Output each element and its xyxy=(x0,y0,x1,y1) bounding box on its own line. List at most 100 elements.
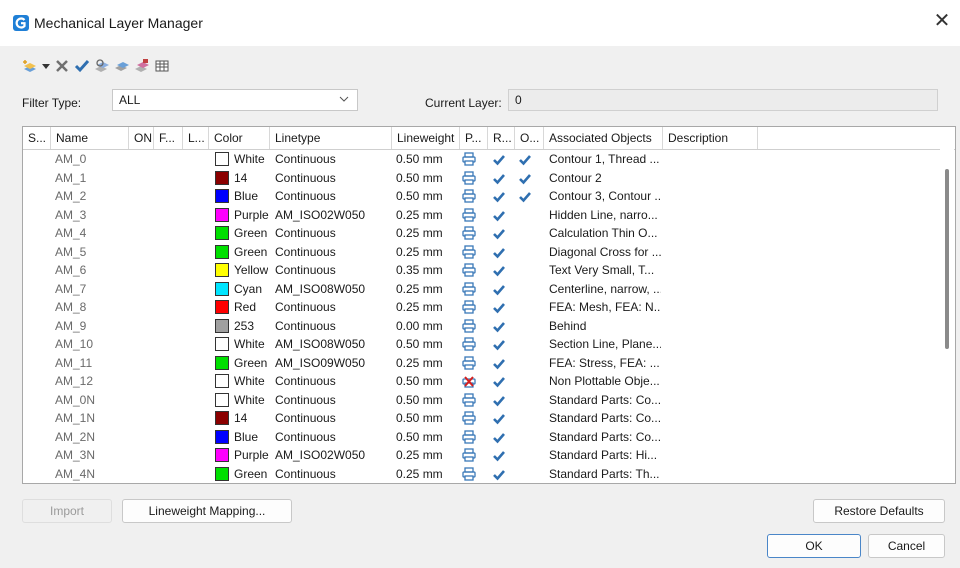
printer-icon[interactable] xyxy=(462,448,476,466)
color-name[interactable]: Cyan xyxy=(234,280,262,298)
linetype[interactable]: Continuous xyxy=(275,169,336,187)
header-col-status[interactable]: S... xyxy=(23,127,51,149)
table-row[interactable]: AM_1 14 Continuous 0.50 mm Contour 2 xyxy=(23,169,941,188)
color-swatch[interactable] xyxy=(215,411,229,425)
printer-icon[interactable] xyxy=(462,392,476,411)
linetype[interactable]: Continuous xyxy=(275,243,336,261)
lineweight[interactable]: 0.25 mm xyxy=(396,465,443,483)
table-row[interactable]: AM_2 Blue Continuous 0.50 mm Contour 3, Cont… xyxy=(23,187,941,206)
header-col-linetype[interactable]: Linetype xyxy=(270,127,392,149)
lineweight[interactable]: 0.50 mm xyxy=(396,409,443,427)
printer-icon[interactable] xyxy=(462,355,476,374)
color-swatch[interactable] xyxy=(215,170,229,185)
linetype[interactable]: AM_ISO09W050 xyxy=(275,354,365,372)
lineweight[interactable]: 0.25 mm xyxy=(396,206,443,224)
printer-icon[interactable] xyxy=(462,411,476,429)
header-col-lineweight[interactable]: Lineweight xyxy=(392,127,460,149)
color-name[interactable]: Green xyxy=(234,354,267,372)
linetype[interactable]: Continuous xyxy=(275,224,336,242)
table-row[interactable]: AM_11 Green AM_ISO09W050 0.25 mm FEA: Stress… xyxy=(23,354,941,373)
color-swatch[interactable] xyxy=(215,374,229,388)
lineweight[interactable]: 0.50 mm xyxy=(396,169,443,187)
filter-layers-icon[interactable] xyxy=(94,58,110,74)
color-swatch[interactable] xyxy=(215,318,229,333)
color-name[interactable]: Purple xyxy=(234,206,269,224)
table-row[interactable]: AM_2N Blue Continuous 0.50 mm Standard Parts… xyxy=(23,428,941,447)
printer-icon[interactable] xyxy=(462,244,476,263)
lineweight[interactable]: 0.50 mm xyxy=(396,428,443,446)
printer-icon[interactable] xyxy=(462,466,476,484)
table-row[interactable]: AM_10 White AM_ISO08W050 0.50 mm Section Lin… xyxy=(23,335,941,354)
set-current-icon[interactable] xyxy=(74,58,90,74)
linetype[interactable]: Continuous xyxy=(275,391,336,409)
linetype[interactable]: AM_ISO08W050 xyxy=(275,280,365,298)
table-row[interactable]: AM_6 Yellow Continuous 0.35 mm Text Very Sma… xyxy=(23,261,941,280)
lineweight[interactable]: 0.25 mm xyxy=(396,280,443,298)
no-plot-icon[interactable] xyxy=(462,374,476,392)
color-name[interactable]: Green xyxy=(234,243,267,261)
table-row[interactable]: AM_4N Green Continuous 0.25 mm Standard Part… xyxy=(23,465,941,484)
color-swatch[interactable] xyxy=(215,152,229,166)
color-name[interactable]: 253 xyxy=(234,317,254,335)
header-col-plot[interactable]: P... xyxy=(460,127,488,149)
linetype[interactable]: Continuous xyxy=(275,317,336,335)
lineweight[interactable]: 0.50 mm xyxy=(396,372,443,390)
color-name[interactable]: Blue xyxy=(234,428,258,446)
header-col-associated-objects[interactable]: Associated Objects xyxy=(544,127,663,149)
color-name[interactable]: Red xyxy=(234,298,256,316)
lineweight[interactable]: 0.00 mm xyxy=(396,317,443,335)
table-row[interactable]: AM_3 Purple AM_ISO02W050 0.25 mm Hidden Line… xyxy=(23,206,941,225)
color-swatch[interactable] xyxy=(215,244,229,259)
lineweight[interactable]: 0.50 mm xyxy=(396,187,443,205)
lineweight[interactable]: 0.25 mm xyxy=(396,243,443,261)
printer-icon[interactable] xyxy=(462,170,476,189)
table-row[interactable]: AM_4 Green Continuous 0.25 mm Calculation Th… xyxy=(23,224,941,243)
layer-states-icon[interactable] xyxy=(114,58,130,74)
header-col-description[interactable]: Description xyxy=(663,127,758,149)
close-button[interactable]: ✕ xyxy=(932,11,952,31)
filter-type-select[interactable]: ALL xyxy=(112,89,358,111)
table-row[interactable]: AM_7 Cyan AM_ISO08W050 0.25 mm Centerline, n… xyxy=(23,280,941,299)
color-swatch[interactable] xyxy=(215,429,229,444)
header-col-color[interactable]: Color xyxy=(209,127,270,149)
printer-icon[interactable] xyxy=(462,189,476,207)
scrollbar-thumb[interactable] xyxy=(945,169,949,349)
color-swatch[interactable] xyxy=(215,263,229,277)
color-name[interactable]: 14 xyxy=(234,169,247,187)
printer-icon[interactable] xyxy=(462,429,476,448)
table-row[interactable]: AM_0N White Continuous 0.50 mm Standard Part… xyxy=(23,391,941,410)
linetype[interactable]: AM_ISO08W050 xyxy=(275,335,365,353)
restore-defaults-button[interactable]: Restore Defaults xyxy=(813,499,945,523)
printer-icon[interactable] xyxy=(462,300,476,318)
header-col-on[interactable]: ON xyxy=(129,127,154,149)
table-row[interactable]: AM_8 Red Continuous 0.25 mm FEA: Mesh, FEA: … xyxy=(23,298,941,317)
color-name[interactable]: White xyxy=(234,150,265,168)
lineweight[interactable]: 0.25 mm xyxy=(396,298,443,316)
lineweight[interactable]: 0.50 mm xyxy=(396,391,443,409)
lineweight-mapping-button[interactable]: Lineweight Mapping... xyxy=(122,499,292,523)
linetype[interactable]: Continuous xyxy=(275,298,336,316)
color-name[interactable]: White xyxy=(234,391,265,409)
color-name[interactable]: Yellow xyxy=(234,261,268,279)
cancel-button[interactable]: Cancel xyxy=(868,534,945,558)
linetype[interactable]: AM_ISO02W050 xyxy=(275,446,365,464)
linetype[interactable]: AM_ISO02W050 xyxy=(275,206,365,224)
color-name[interactable]: Green xyxy=(234,465,267,483)
table-row[interactable]: AM_1N 14 Continuous 0.50 mm Standard Parts: … xyxy=(23,409,941,428)
color-swatch[interactable] xyxy=(215,189,229,203)
header-col-objects[interactable]: O... xyxy=(515,127,544,149)
linetype[interactable]: Continuous xyxy=(275,187,336,205)
lineweight[interactable]: 0.25 mm xyxy=(396,446,443,464)
color-name[interactable]: Blue xyxy=(234,187,258,205)
color-swatch[interactable] xyxy=(215,207,229,222)
import-button[interactable]: Import xyxy=(22,499,112,523)
table-row[interactable]: AM_5 Green Continuous 0.25 mm Diagonal Cross… xyxy=(23,243,941,262)
lineweight[interactable]: 0.25 mm xyxy=(396,354,443,372)
new-layer-icon[interactable] xyxy=(22,58,38,74)
lineweight[interactable]: 0.35 mm xyxy=(396,261,443,279)
color-name[interactable]: White xyxy=(234,372,265,390)
printer-icon[interactable] xyxy=(462,337,476,355)
color-name[interactable]: White xyxy=(234,335,265,353)
delete-icon[interactable] xyxy=(54,58,70,74)
color-name[interactable]: Purple xyxy=(234,446,269,464)
